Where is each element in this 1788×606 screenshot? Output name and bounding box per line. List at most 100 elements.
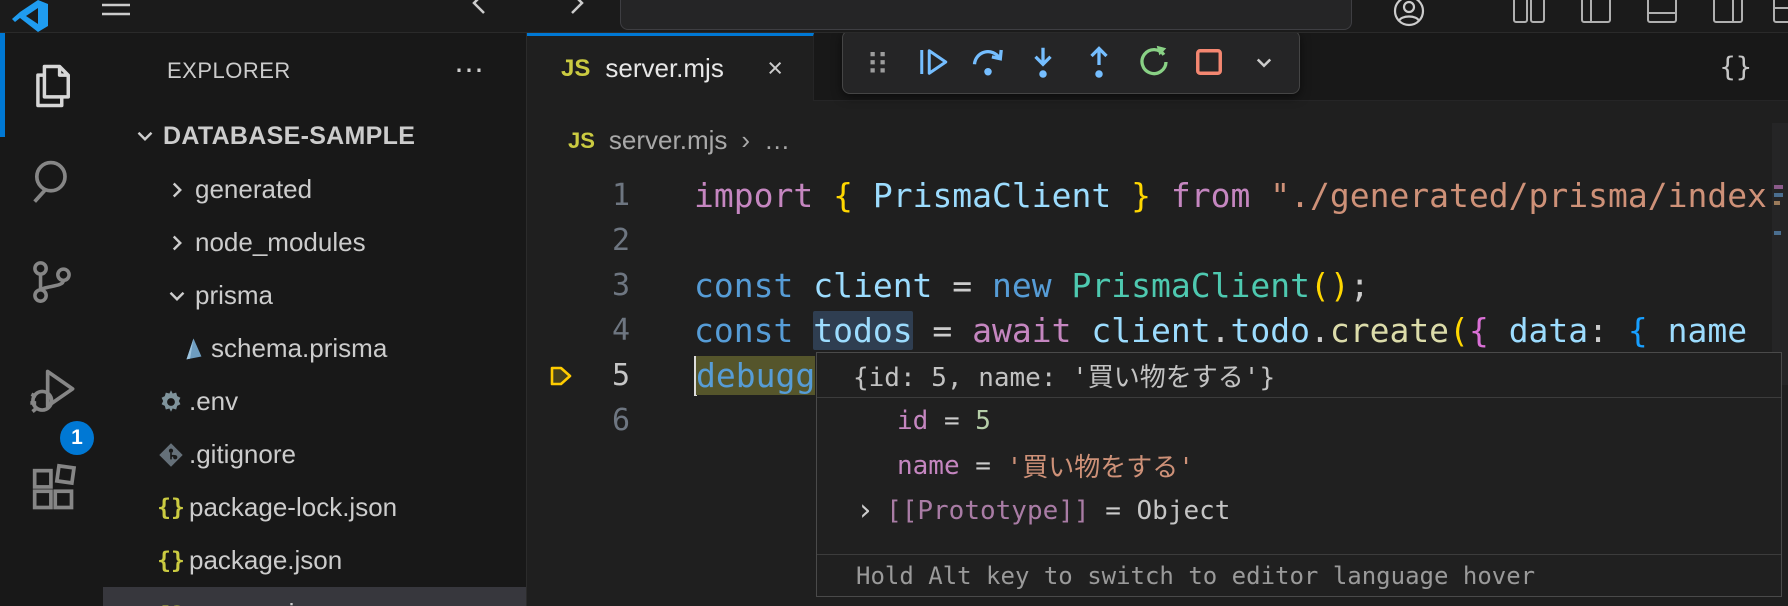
line-number: 3 [575, 268, 630, 303]
token [793, 266, 813, 305]
token: const [694, 311, 793, 350]
token [813, 176, 833, 215]
activity-bar-item-explorer[interactable] [0, 60, 103, 112]
arrow-forward-icon[interactable] [562, 0, 588, 16]
stop-button[interactable] [1185, 36, 1234, 88]
account-icon[interactable] [1392, 0, 1426, 28]
line-number: 1 [575, 178, 630, 213]
token: { [1628, 311, 1648, 350]
tree-item-package-json[interactable]: {}package.json [103, 534, 526, 587]
hover-value-preview: {id: 5, name: '買い物をする'} [817, 353, 1781, 398]
tree-item-label: DATABASE-SAMPLE [163, 122, 415, 151]
layout-sidebar-left-icon[interactable] [1580, 0, 1612, 24]
hover-property-id[interactable]: id = 5 [817, 398, 1781, 443]
tree-item-node-modules[interactable]: node_modules [103, 216, 526, 269]
editor-group: 1 import { PrismaClient } from "./generat… [527, 33, 1788, 606]
hover-property-name[interactable]: name = '買い物をする' [817, 443, 1781, 488]
code-line-4[interactable]: 4 const todos = await client.todo.create(… [527, 308, 1772, 353]
token [1648, 311, 1668, 350]
token: PrismaClient [1072, 266, 1310, 305]
minimap[interactable] [1772, 123, 1788, 385]
token: client [813, 266, 932, 305]
curly-braces-icon[interactable]: {} [1719, 52, 1752, 83]
tree-item-database-sample[interactable]: DATABASE-SAMPLE [103, 109, 526, 163]
token: new [992, 266, 1052, 305]
code-line-2[interactable]: 2 [527, 218, 1772, 263]
continue-button[interactable] [908, 36, 957, 88]
arrow-back-icon[interactable] [468, 0, 494, 16]
debug-current-line-arrow-icon [527, 362, 575, 390]
tree-item-schema-prisma[interactable]: schema.prisma [103, 322, 526, 375]
debug-icon [26, 365, 78, 417]
chevron-right-icon [159, 177, 195, 203]
token: client [1091, 311, 1210, 350]
files-icon [26, 60, 78, 112]
activity-bar-item-run-debug[interactable]: 1 [0, 365, 103, 417]
debug-toolbar [842, 30, 1300, 94]
menu-icon[interactable] [100, 0, 132, 18]
token: await [972, 311, 1071, 350]
layout-panel-icon[interactable] [1646, 0, 1678, 24]
activity-bar-item-source-control[interactable] [0, 257, 103, 307]
tree-item-label: server.mjs [189, 598, 307, 606]
tree-item-server-mjs[interactable]: JSserver.mjs [103, 587, 526, 606]
tree-item-label: package.json [189, 545, 342, 576]
step-over-button[interactable] [964, 36, 1013, 88]
customize-layout-icon[interactable] [1772, 0, 1788, 24]
token: todo [1230, 311, 1309, 350]
tree-item-prisma[interactable]: prisma [103, 269, 526, 322]
token: . [1310, 311, 1330, 350]
vscode-window: 1 EXPLORER ⋯ DATABASE-SAMPLE generated nod… [0, 0, 1788, 606]
token: = [932, 266, 992, 305]
breadcrumb-file[interactable]: server.mjs [609, 125, 727, 156]
restart-button[interactable] [1129, 36, 1178, 88]
vscode-logo-icon [12, 0, 50, 32]
token: todos [813, 311, 912, 350]
tree-item--env[interactable]: .env [103, 375, 526, 428]
line-number: 2 [575, 223, 630, 258]
javascript-file-icon: JS [561, 55, 590, 83]
token: "./generated/prisma/index [1270, 176, 1767, 215]
token: { [833, 176, 853, 215]
extensions-icon [26, 462, 78, 514]
command-center-search[interactable] [620, 0, 1352, 30]
activity-bar-item-extensions[interactable] [0, 462, 103, 514]
code-line-1[interactable]: 1 import { PrismaClient } from "./generat… [527, 173, 1772, 218]
code-text: import { PrismaClient } from "./generate… [694, 176, 1767, 215]
search-icon [26, 155, 78, 207]
token: debugg [696, 356, 815, 395]
breadcrumb: JS server.mjs › … [568, 113, 790, 168]
layout-split-icon[interactable] [1512, 0, 1546, 24]
tree-item-generated[interactable]: generated [103, 163, 526, 216]
step-into-button[interactable] [1019, 36, 1068, 88]
token: name [1668, 311, 1747, 350]
debug-hover-tooltip: {id: 5, name: '買い物をする'} id = 5 name = '買… [816, 352, 1782, 597]
step-out-button[interactable] [1074, 36, 1123, 88]
token [793, 311, 813, 350]
breadcrumb-symbol-ellipsis[interactable]: … [764, 125, 790, 156]
tree-item-package-lock-json[interactable]: {}package-lock.json [103, 481, 526, 534]
chevron-down-button[interactable] [1240, 36, 1289, 88]
tree-item-label: generated [195, 174, 312, 205]
code-text: const todos = await client.todo.create({… [694, 311, 1747, 350]
layout-sidebar-right-icon[interactable] [1712, 0, 1744, 24]
drag-grip[interactable] [853, 36, 902, 88]
line-number: 4 [575, 313, 630, 348]
code-text: debugg [694, 356, 815, 396]
activity-bar-item-search[interactable] [0, 155, 103, 207]
json-braces-icon: {} [153, 548, 189, 574]
tab-server-mjs[interactable]: JS server.mjs × [527, 33, 814, 101]
tree-item--gitignore[interactable]: .gitignore [103, 428, 526, 481]
token: const [694, 266, 793, 305]
tree-item-label: node_modules [195, 227, 366, 258]
javascript-file-icon: JS [568, 128, 595, 154]
code-line-3[interactable]: 3const client = new PrismaClient(); [527, 263, 1772, 308]
explorer-header: EXPLORER ⋯ [103, 33, 526, 109]
token [1052, 266, 1072, 305]
chevron-right-icon[interactable]: › [856, 493, 874, 528]
more-actions-icon[interactable]: ⋯ [454, 66, 486, 76]
hover-property-prototype[interactable]: ›[[Prototype]] = Object [817, 488, 1781, 533]
file-tree: DATABASE-SAMPLE generated node_modulespris… [103, 109, 526, 606]
close-tab-icon[interactable]: × [767, 53, 783, 84]
json-braces-icon: {} [153, 495, 189, 521]
